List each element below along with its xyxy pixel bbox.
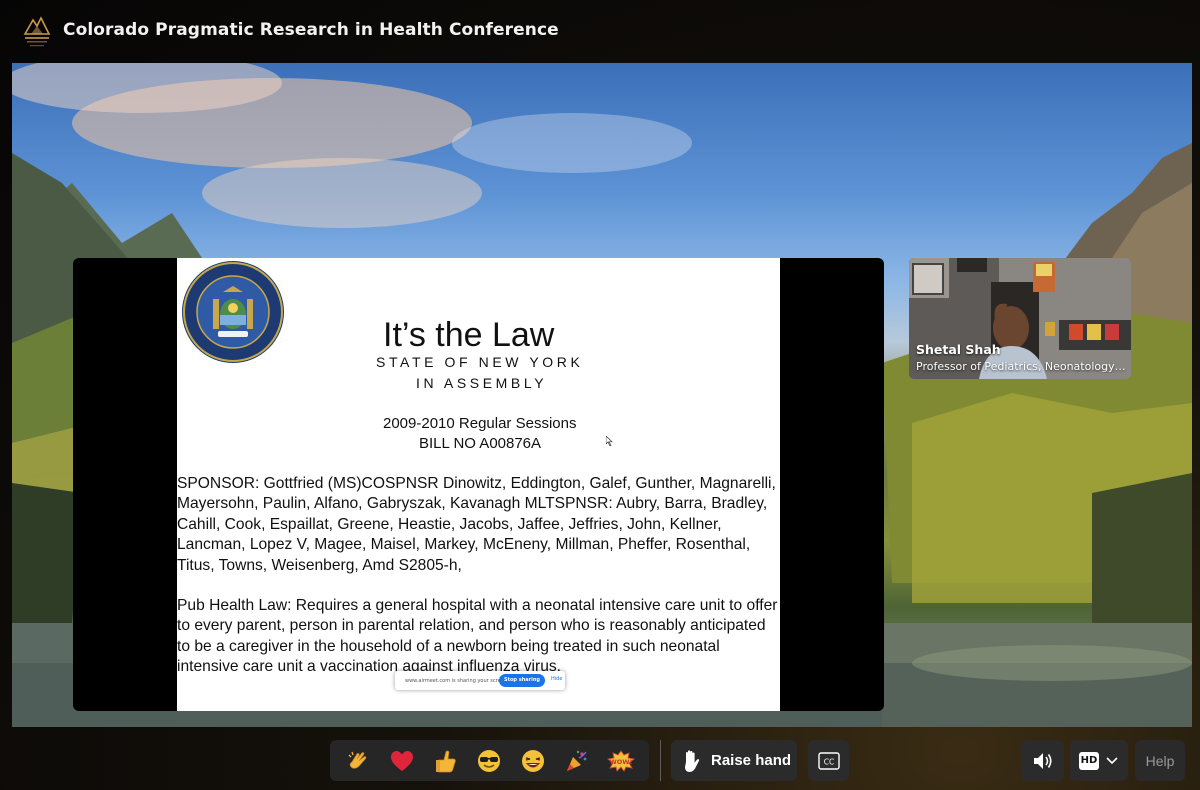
stop-sharing-button[interactable]: Stop sharing	[499, 674, 545, 687]
screen-share-notification-bar: www.airmeet.com is sharing your screen. …	[395, 671, 565, 690]
speaker-video-tile[interactable]: Shetal Shah Professor of Pediatrics, Neo…	[909, 258, 1131, 379]
slide-sessions: 2009-2010 Regular Sessions	[383, 415, 577, 432]
top-bar: Colorado Pragmatic Research in Health Co…	[0, 0, 1200, 62]
help-button[interactable]: Help	[1135, 740, 1185, 781]
party-popper-icon[interactable]	[559, 744, 595, 778]
speaker-name: Shetal Shah	[916, 342, 1001, 357]
raise-hand-button[interactable]: Raise hand	[671, 740, 797, 781]
new-york-state-seal-icon	[182, 261, 284, 363]
speaker-volume-icon	[1033, 752, 1052, 769]
sharebar-text: www.airmeet.com is sharing your screen.	[405, 677, 509, 684]
app-window: Colorado Pragmatic Research in Health Co…	[0, 0, 1200, 790]
slide-sponsor-text: SPONSOR: Gottfried (MS)COSPNSR Dinowitz,…	[177, 475, 776, 574]
thumbs-up-icon[interactable]	[428, 744, 464, 778]
speaker-role: Professor of Pediatrics, Neonatology, SU…	[916, 360, 1128, 373]
closed-captions-icon: CC	[817, 751, 840, 770]
chevron-down-icon	[1106, 756, 1118, 764]
slide-bill-number: BILL NO A00876A	[419, 435, 542, 452]
closed-captions-button[interactable]: CC	[808, 740, 849, 781]
screen-share-panel[interactable]: It’s the Law STATE OF NEW YORK IN ASSEMB…	[73, 258, 884, 711]
slide-subtitle-assembly: IN ASSEMBLY	[416, 375, 548, 391]
reactions-bar: WOW!	[330, 740, 649, 781]
raise-hand-label: Raise hand	[711, 752, 792, 769]
wow-label: WOW!	[610, 758, 633, 766]
hide-link[interactable]: Hide	[551, 676, 562, 682]
slide-pub-health-text: Pub Health Law: Requires a general hospi…	[177, 597, 778, 676]
conference-logo	[23, 16, 51, 47]
laughing-face-icon[interactable]	[515, 744, 551, 778]
presentation-slide: It’s the Law STATE OF NEW YORK IN ASSEMB…	[177, 258, 780, 711]
cc-label: CC	[823, 757, 833, 766]
toolbar-divider	[660, 740, 661, 781]
cool-face-icon[interactable]	[471, 744, 507, 778]
wow-icon[interactable]: WOW!	[603, 744, 639, 778]
heart-icon[interactable]	[384, 744, 420, 778]
raised-hand-icon	[685, 749, 700, 772]
clapping-hands-icon[interactable]	[340, 744, 376, 778]
conference-title: Colorado Pragmatic Research in Health Co…	[63, 20, 559, 40]
volume-button[interactable]	[1021, 740, 1064, 781]
video-quality-dropdown[interactable]: HD	[1070, 740, 1128, 781]
slide-title: It’s the Law	[383, 316, 555, 354]
slide-subtitle-state: STATE OF NEW YORK	[376, 354, 584, 370]
mouse-cursor-icon	[606, 436, 613, 446]
hd-badge: HD	[1079, 751, 1099, 770]
